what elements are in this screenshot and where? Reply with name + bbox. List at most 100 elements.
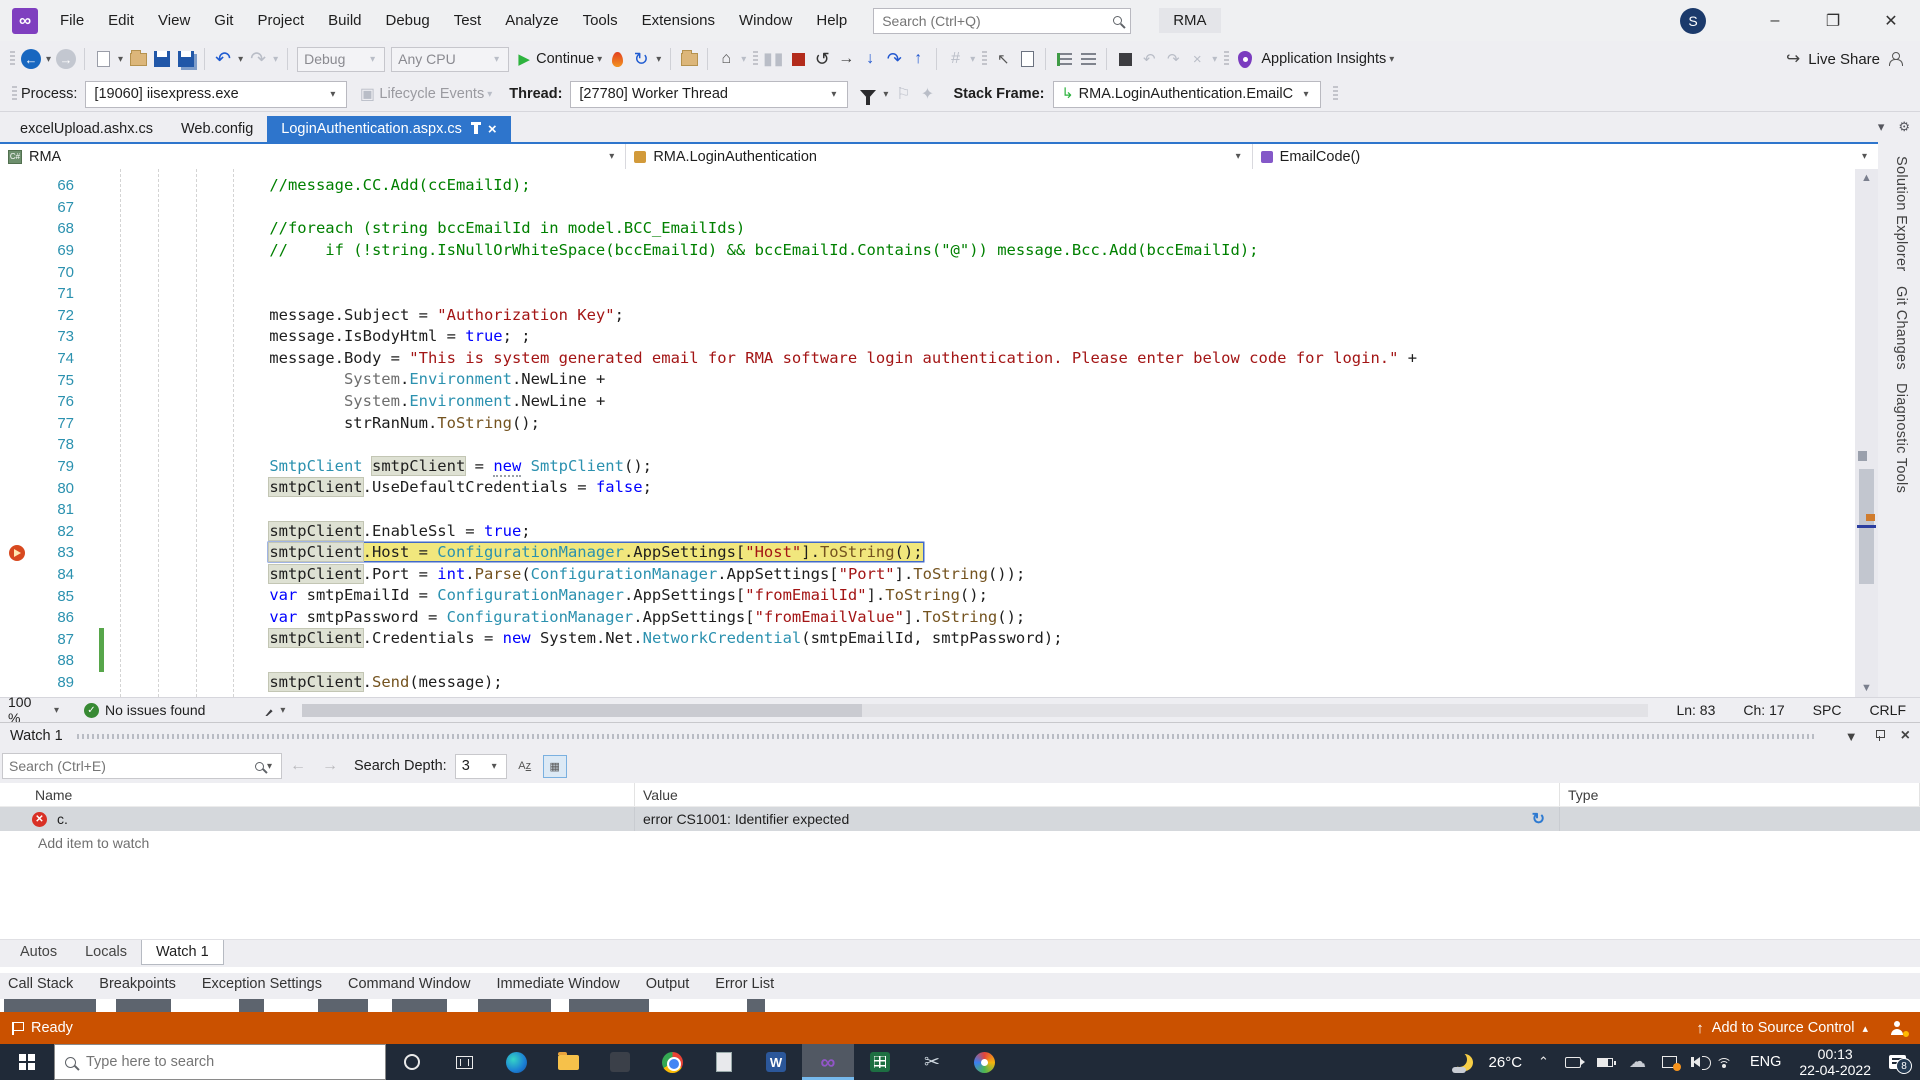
tab-locals[interactable]: Locals <box>71 940 141 964</box>
application-insights-dropdown[interactable]: ▾ <box>1389 54 1394 65</box>
code-cleanup-icon[interactable] <box>265 709 273 716</box>
weather-moon-icon[interactable] <box>1451 1054 1473 1073</box>
bottom-tab-command-window[interactable]: Command Window <box>348 973 483 999</box>
code-text[interactable]: var smtpPassword = ConfigurationManager.… <box>104 607 1855 629</box>
code-text[interactable]: System.Environment.NewLine + <box>104 369 1855 391</box>
code-line[interactable]: 79 SmtpClient smtpClient = new SmtpClien… <box>0 456 1855 478</box>
continue-icon[interactable]: ▶ <box>512 46 536 72</box>
format-specifier-toggle-icon[interactable]: Az <box>513 755 537 778</box>
feedback-person-icon[interactable] <box>1888 52 1903 66</box>
code-line[interactable]: 86 var smtpPassword = ConfigurationManag… <box>0 607 1855 629</box>
editor-vertical-scrollbar[interactable]: ▲ ▼ <box>1855 169 1878 697</box>
menu-tools[interactable]: Tools <box>571 0 630 41</box>
scrollbar-thumb[interactable] <box>302 703 863 717</box>
code-line[interactable]: 72 message.Subject = "Authorization Key"… <box>0 305 1855 327</box>
wifi-icon[interactable] <box>1715 1056 1734 1068</box>
step-over-icon[interactable]: ↷ <box>882 46 906 72</box>
code-text[interactable]: //foreach (string bccEmailId in model.BC… <box>104 218 1855 240</box>
code-line[interactable]: 78 <box>0 434 1855 456</box>
code-line[interactable]: 66 //message.CC.Add(ccEmailId); <box>0 175 1855 197</box>
toolbar-grip[interactable] <box>12 86 17 102</box>
code-line[interactable]: 68 //foreach (string bccEmailId in model… <box>0 218 1855 240</box>
tab-excelupload-ashx-cs[interactable]: excelUpload.ashx.cs <box>6 116 167 142</box>
continue-button[interactable]: Continue <box>536 51 594 67</box>
restore-button[interactable]: ❐ <box>1804 0 1862 41</box>
code-line[interactable]: 70 <box>0 261 1855 283</box>
close-panel-icon[interactable]: × <box>1901 727 1910 745</box>
type-dropdown[interactable]: RMA.LoginAuthentication ▾ <box>626 144 1253 169</box>
pointer-mode-icon[interactable]: ↖ <box>991 46 1015 72</box>
tab-loginauthentication-aspx-cs[interactable]: LoginAuthentication.aspx.cs × <box>267 116 511 142</box>
code-line[interactable]: 83 smtpClient.Host = ConfigurationManage… <box>0 542 1855 564</box>
taskbar-app-visual-studio[interactable]: ∞ <box>802 1044 854 1080</box>
add-to-source-control-button[interactable]: Add to Source Control <box>1712 1020 1855 1036</box>
menu-git[interactable]: Git <box>202 0 245 41</box>
application-insights-icon[interactable] <box>1238 50 1253 68</box>
cortana-button[interactable] <box>386 1044 438 1080</box>
search-depth-combo[interactable]: 3 ▾ <box>454 753 507 779</box>
taskbar-app-snipping-tool[interactable]: ✂ <box>906 1044 958 1080</box>
code-text[interactable]: smtpClient.Port = int.Parse(Configuratio… <box>104 564 1855 586</box>
suspend-threads-icon[interactable]: ✦ <box>915 81 939 107</box>
code-line[interactable]: 73 message.IsBodyHtml = true; ; <box>0 326 1855 348</box>
menu-view[interactable]: View <box>146 0 202 41</box>
pin-icon[interactable] <box>470 121 481 134</box>
search-next-icon[interactable]: → <box>322 757 338 775</box>
code-text[interactable]: smtpClient.Host = ConfigurationManager.A… <box>104 542 1855 564</box>
member-dropdown[interactable]: EmailCode() ▾ <box>1253 144 1878 169</box>
restart-debugging-icon[interactable]: ↺ <box>810 46 834 72</box>
redo-last-icon[interactable]: ↷ <box>1161 46 1185 72</box>
column-name[interactable]: Name <box>0 783 635 806</box>
collapse-all-toggle-icon[interactable]: ▦ <box>542 754 567 778</box>
account-avatar[interactable]: S <box>1680 7 1706 34</box>
code-text[interactable]: smtpClient.Credentials = new System.Net.… <box>104 628 1855 650</box>
open-file-icon[interactable] <box>129 49 147 66</box>
person-badge-icon[interactable] <box>1890 1021 1910 1038</box>
code-cleanup-dropdown[interactable]: ▾ <box>280 705 285 716</box>
filter-threads-icon[interactable] <box>860 89 877 105</box>
undo-last-icon[interactable]: ↶ <box>1137 46 1161 72</box>
code-editor[interactable]: 66 //message.CC.Add(ccEmailId); 67 68 //fo… <box>0 169 1855 697</box>
menu-window[interactable]: Window <box>727 0 804 41</box>
save-icon[interactable] <box>154 51 171 67</box>
redo-icon[interactable]: ↷ <box>246 46 270 72</box>
clear-marks-icon[interactable]: × <box>1185 46 1209 72</box>
cast-display-icon[interactable] <box>1661 1056 1681 1071</box>
navigate-forward-icon[interactable]: → <box>56 49 77 69</box>
code-line[interactable]: 75 System.Environment.NewLine + <box>0 369 1855 391</box>
weather-temperature[interactable]: 26°C <box>1481 1044 1531 1080</box>
hot-reload-icon[interactable] <box>611 51 623 67</box>
navigate-back-icon[interactable]: ← <box>21 49 41 69</box>
process-combo[interactable]: [19060] iisexpress.exe ▾ <box>85 80 348 108</box>
menu-build[interactable]: Build <box>316 0 373 41</box>
bottom-tab-immediate-window[interactable]: Immediate Window <box>496 973 631 999</box>
taskbar-app-excel[interactable] <box>854 1044 906 1080</box>
browse-with-icon[interactable] <box>680 49 698 66</box>
new-file-icon[interactable] <box>96 51 110 67</box>
volume-icon[interactable] <box>1690 1056 1711 1070</box>
pin-icon[interactable] <box>1874 729 1885 741</box>
menu-analyze[interactable]: Analyze <box>493 0 570 41</box>
flag-threads-icon[interactable]: ⚐ <box>891 81 915 107</box>
code-line[interactable]: 76 System.Environment.NewLine + <box>0 391 1855 413</box>
close-button[interactable]: ✕ <box>1862 0 1920 41</box>
watch-name-cell[interactable]: ✕ c. <box>0 807 635 831</box>
code-text[interactable]: System.Environment.NewLine + <box>104 391 1855 413</box>
save-all-icon[interactable] <box>178 51 195 67</box>
code-text[interactable]: // if (!string.IsNullOrWhiteSpace(bccEma… <box>104 240 1855 262</box>
watch-row[interactable]: ✕ c. error CS1001: Identifier expected ↻ <box>0 807 1920 831</box>
minimize-button[interactable]: – <box>1746 0 1804 41</box>
taskbar-app-chrome[interactable] <box>646 1044 698 1080</box>
add-watch-row[interactable]: Add item to watch <box>0 831 1920 851</box>
window-position-icon[interactable]: ▼ <box>1845 729 1858 744</box>
bottom-tab-output[interactable]: Output <box>646 973 702 999</box>
taskbar-app-word[interactable]: W <box>750 1044 802 1080</box>
hex-display-icon[interactable]: # <box>943 46 967 72</box>
undo-icon[interactable]: ↶ <box>211 46 235 72</box>
lifecycle-events-icon[interactable]: ▣ <box>355 81 379 107</box>
column-value[interactable]: Value <box>635 783 1560 806</box>
solution-configuration-combo[interactable]: Debug ▾ <box>297 46 386 72</box>
bottom-tab-error-list[interactable]: Error List <box>715 973 786 999</box>
pause-icon[interactable]: ▮▮ <box>762 46 786 72</box>
action-center-icon[interactable]: 8 <box>1889 1055 1912 1074</box>
